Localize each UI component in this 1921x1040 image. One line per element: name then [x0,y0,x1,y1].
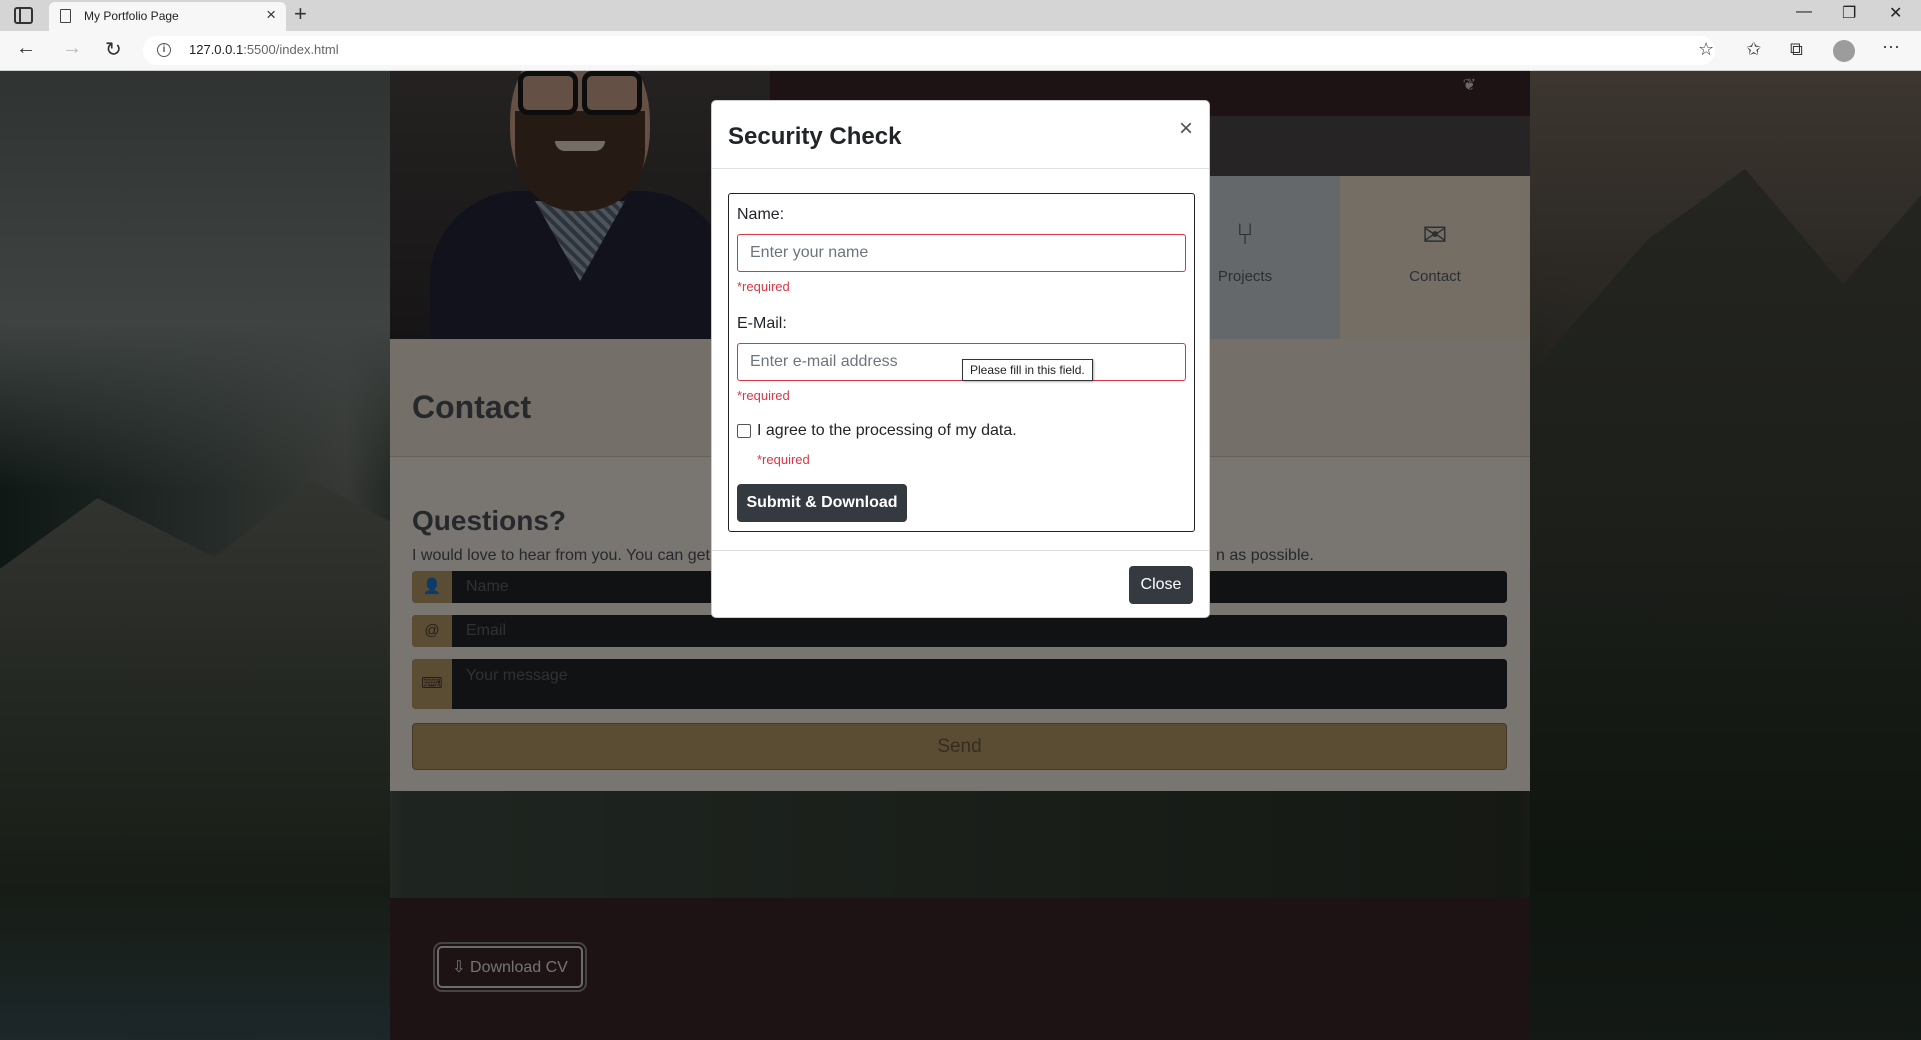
name-required-hint: *required [737,279,790,294]
tab-close-icon[interactable]: × [266,5,276,25]
modal-header-divider [712,168,1209,169]
email-required-hint: *required [737,388,790,403]
more-icon[interactable]: ··· [1882,36,1900,57]
modal-close-icon[interactable]: × [1179,117,1193,141]
modal-name-input[interactable] [737,234,1186,272]
collections-icon[interactable]: ⧉ [1790,39,1803,60]
security-form: Name: *required E-Mail: *required I agre… [728,193,1195,532]
consent-label[interactable]: I agree to the processing of my data. [757,422,1017,440]
restore-icon[interactable]: ❐ [1842,3,1856,23]
favorites-icon[interactable]: ✩ [1746,39,1761,60]
page-viewport: ❦ ⑂ Projects ✉ Contact Contact Questions… [0,71,1921,1040]
tab-title: My Portfolio Page [84,9,179,23]
browser-tab-active[interactable]: My Portfolio Page × [49,2,286,31]
new-tab-icon[interactable]: + [294,1,307,27]
minimize-icon[interactable]: — [1796,3,1812,21]
modal-title: Security Check [728,123,902,150]
modal-footer-divider [712,550,1209,551]
submit-download-button[interactable]: Submit & Download [737,484,907,522]
consent-required-hint: *required [757,452,810,467]
forward-icon[interactable]: → [62,37,82,60]
sidebar-toggle-icon[interactable] [14,7,33,24]
email-label: E-Mail: [737,315,787,332]
window-close-icon[interactable]: ✕ [1889,3,1902,23]
consent-checkbox[interactable] [737,424,751,438]
site-info-icon[interactable]: i [157,43,171,57]
address-bar: ← → ↻ i 127.0.0.1:5500/index.html ☆ ✩ ⧉ … [0,31,1921,71]
security-check-modal: Security Check × Name: *required E-Mail:… [711,100,1210,618]
modal-close-button[interactable]: Close [1129,566,1193,604]
refresh-icon[interactable]: ↻ [105,37,122,62]
url-text: 127.0.0.1:5500/index.html [189,42,339,57]
page-document-icon [60,9,71,23]
favorite-add-icon[interactable]: ☆ [1698,39,1714,60]
browser-tab-strip: My Portfolio Page × + — ❐ ✕ [0,0,1921,31]
profile-icon[interactable] [1833,40,1855,62]
url-field[interactable]: i 127.0.0.1:5500/index.html [143,36,1715,65]
name-label: Name: [737,206,785,223]
back-icon[interactable]: ← [16,37,36,60]
validation-tooltip: Please fill in this field. [962,359,1093,381]
